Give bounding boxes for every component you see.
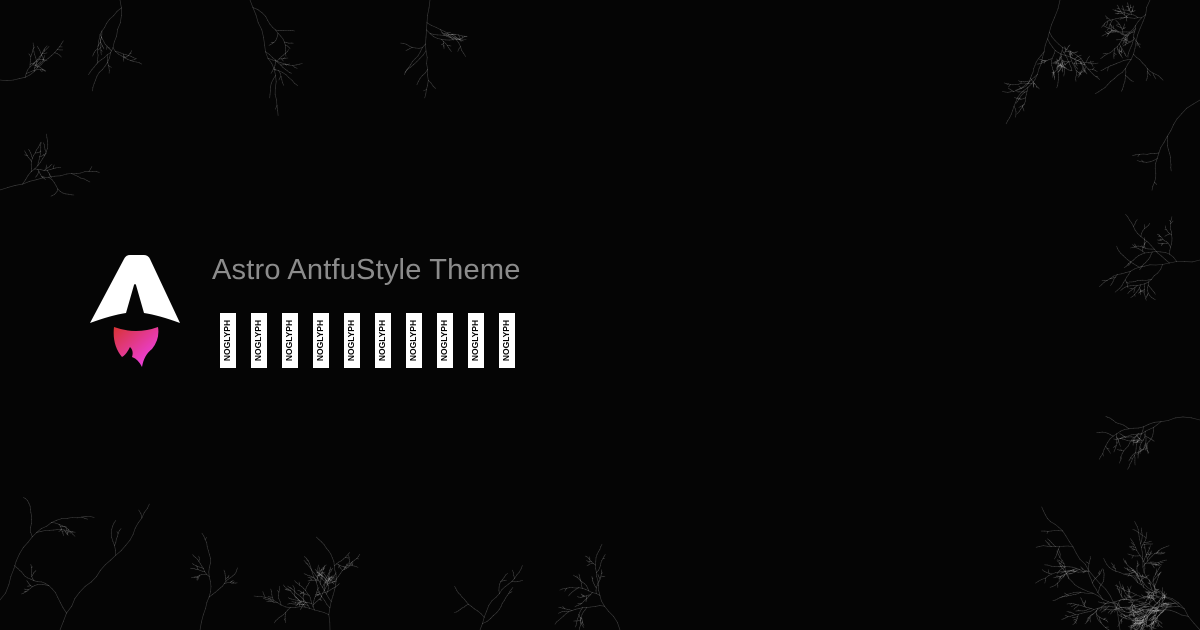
astro-logo-icon: [90, 255, 180, 367]
missing-glyph-box: NOGLYPH: [344, 313, 360, 368]
og-image-canvas: Astro AntfuStyle Theme NOGLYPH NOGLYPH N…: [0, 0, 1200, 630]
missing-glyph-box: NOGLYPH: [251, 313, 267, 368]
missing-glyph-box: NOGLYPH: [375, 313, 391, 368]
missing-glyph-box: NOGLYPH: [313, 313, 329, 368]
missing-glyph-box: NOGLYPH: [468, 313, 484, 368]
missing-glyph-box: NOGLYPH: [282, 313, 298, 368]
subtitle-missing-glyphs: NOGLYPH NOGLYPH NOGLYPH NOGLYPH NOGLYPH …: [220, 313, 515, 368]
page-title: Astro AntfuStyle Theme: [212, 254, 521, 286]
missing-glyph-box: NOGLYPH: [406, 313, 422, 368]
missing-glyph-box: NOGLYPH: [437, 313, 453, 368]
missing-glyph-box: NOGLYPH: [499, 313, 515, 368]
missing-glyph-box: NOGLYPH: [220, 313, 236, 368]
